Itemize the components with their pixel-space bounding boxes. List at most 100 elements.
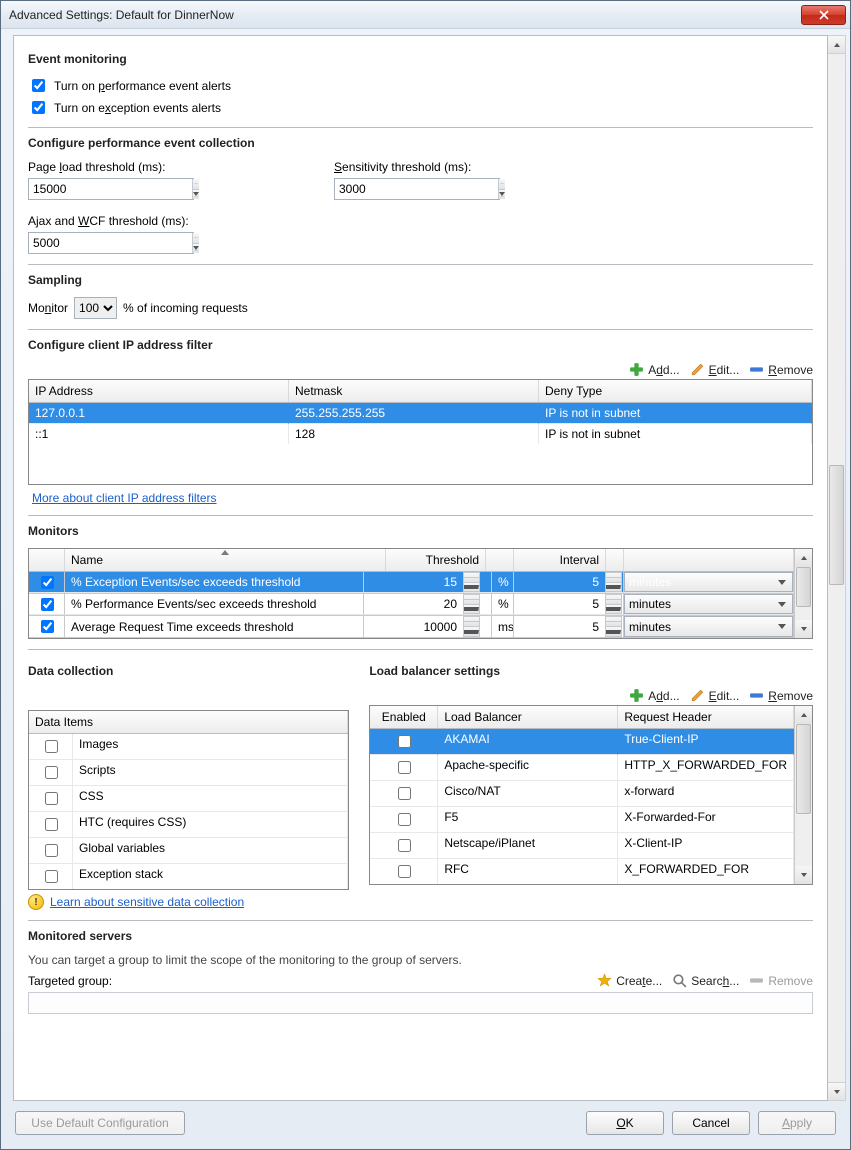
search-button[interactable]: Search... bbox=[672, 973, 739, 988]
table-row[interactable]: AKAMAITrue-Client-IP bbox=[370, 729, 794, 755]
data-item-checkbox[interactable] bbox=[45, 818, 58, 831]
spin-down[interactable] bbox=[499, 190, 505, 200]
monitor-checkbox[interactable] bbox=[41, 598, 54, 611]
apply-button: Apply bbox=[758, 1111, 836, 1135]
search-icon bbox=[672, 973, 687, 988]
scroll-thumb[interactable] bbox=[829, 465, 844, 585]
col-check[interactable] bbox=[29, 549, 65, 571]
lb-edit-button[interactable]: Edit... bbox=[690, 688, 740, 703]
table-row[interactable]: F5X-Forwarded-For bbox=[370, 807, 794, 833]
create-button[interactable]: Create... bbox=[597, 973, 662, 988]
col-deny[interactable]: Deny Type bbox=[539, 380, 812, 402]
table-row[interactable]: % Exception Events/sec exceeds threshold… bbox=[29, 572, 794, 594]
cancel-button[interactable]: Cancel bbox=[672, 1111, 750, 1135]
table-row[interactable]: RFCX_FORWARDED_FOR bbox=[370, 859, 794, 884]
interval-combo[interactable]: minutes bbox=[624, 616, 793, 637]
lb-remove-button[interactable]: Remove bbox=[749, 688, 813, 703]
scroll-down-icon[interactable] bbox=[795, 620, 812, 638]
data-item-checkbox[interactable] bbox=[45, 792, 58, 805]
col-name[interactable]: Name bbox=[65, 549, 386, 571]
data-item-checkbox[interactable] bbox=[45, 766, 58, 779]
monitor-checkbox[interactable] bbox=[41, 576, 54, 589]
input-sensitivity[interactable] bbox=[335, 179, 498, 199]
spin-down[interactable] bbox=[193, 190, 199, 200]
list-item[interactable]: Global variables bbox=[29, 838, 348, 864]
col-threshold[interactable]: Threshold bbox=[386, 549, 486, 571]
scroll-up-icon[interactable] bbox=[828, 36, 845, 54]
lb-checkbox[interactable] bbox=[398, 865, 411, 878]
list-item[interactable]: Exception stack bbox=[29, 864, 348, 889]
label-exception-alerts: Turn on exception events alerts bbox=[54, 101, 221, 115]
scroll-down-icon[interactable] bbox=[795, 866, 812, 884]
col-header[interactable]: Request Header bbox=[618, 706, 794, 728]
input-page-load[interactable] bbox=[29, 179, 192, 199]
label-perf-alerts: Turn on performance event alerts bbox=[54, 79, 231, 93]
lb-add-button[interactable]: Add... bbox=[629, 688, 679, 703]
input-targeted-group[interactable] bbox=[28, 992, 813, 1014]
scroll-down-icon[interactable] bbox=[828, 1082, 845, 1100]
scroll-content: Event monitoring Turn on performance eve… bbox=[13, 35, 828, 1101]
col-netmask[interactable]: Netmask bbox=[289, 380, 539, 402]
ip-edit-button[interactable]: Edit... bbox=[690, 362, 740, 377]
spin-up[interactable] bbox=[499, 179, 505, 190]
monitors-scrollbar[interactable] bbox=[794, 549, 812, 638]
table-row[interactable]: Average Request Time exceeds threshold 1… bbox=[29, 616, 794, 638]
table-row[interactable]: Cisco/NATx-forward bbox=[370, 781, 794, 807]
sort-asc-icon bbox=[221, 550, 229, 555]
data-item-checkbox[interactable] bbox=[45, 844, 58, 857]
section-sampling: Sampling bbox=[28, 273, 813, 287]
monitor-checkbox[interactable] bbox=[41, 620, 54, 633]
lb-grid-wrap: Enabled Load Balancer Request Header AKA… bbox=[369, 705, 813, 885]
table-row[interactable]: Apache-specificHTTP_X_FORWARDED_FOR bbox=[370, 755, 794, 781]
spin-down[interactable] bbox=[193, 244, 199, 254]
data-item-checkbox[interactable] bbox=[45, 740, 58, 753]
scroll-up-icon[interactable] bbox=[795, 549, 812, 567]
table-row[interactable]: Netscape/iPlanetX-Client-IP bbox=[370, 833, 794, 859]
lb-checkbox[interactable] bbox=[398, 735, 411, 748]
label-ajax: Ajax and WCF threshold (ms): bbox=[28, 214, 194, 228]
list-item[interactable]: HTC (requires CSS) bbox=[29, 812, 348, 838]
lb-checkbox[interactable] bbox=[398, 813, 411, 826]
list-item[interactable]: CSS bbox=[29, 786, 348, 812]
close-button[interactable] bbox=[801, 5, 846, 25]
data-items-grid: Data Items ImagesScriptsCSSHTC (requires… bbox=[28, 710, 349, 890]
input-ajax[interactable] bbox=[29, 233, 192, 253]
spin-up[interactable] bbox=[193, 233, 199, 244]
scroll-up-icon[interactable] bbox=[795, 706, 812, 724]
ip-remove-button[interactable]: Remove bbox=[749, 362, 813, 377]
servers-desc: You can target a group to limit the scop… bbox=[28, 953, 813, 967]
table-row[interactable]: ::1128IP is not in subnet bbox=[29, 424, 812, 444]
checkbox-perf-alerts[interactable] bbox=[32, 79, 45, 92]
sampling-select[interactable]: 100 bbox=[74, 297, 117, 319]
interval-combo[interactable]: minutes bbox=[624, 572, 793, 592]
col-enabled[interactable]: Enabled bbox=[370, 706, 438, 728]
ip-add-button[interactable]: Add... bbox=[629, 362, 679, 377]
server-remove-button: Remove bbox=[749, 973, 813, 988]
scroll-thumb[interactable] bbox=[796, 567, 811, 607]
list-item[interactable]: Images bbox=[29, 734, 348, 760]
col-data-items[interactable]: Data Items bbox=[29, 711, 348, 733]
checkbox-exception-alerts[interactable] bbox=[32, 101, 45, 114]
list-item[interactable]: Scripts bbox=[29, 760, 348, 786]
col-interval[interactable]: Interval bbox=[514, 549, 606, 571]
lb-checkbox[interactable] bbox=[398, 839, 411, 852]
lb-checkbox[interactable] bbox=[398, 761, 411, 774]
col-ip[interactable]: IP Address bbox=[29, 380, 289, 402]
monitors-grid-wrap: Name Threshold Interval % Exception Even… bbox=[28, 548, 813, 639]
table-row[interactable]: 127.0.0.1255.255.255.255IP is not in sub… bbox=[29, 403, 812, 424]
link-sensitive-data[interactable]: Learn about sensitive data collection bbox=[50, 895, 244, 909]
lb-checkbox[interactable] bbox=[398, 787, 411, 800]
link-ip-filters[interactable]: More about client IP address filters bbox=[32, 491, 217, 505]
table-row[interactable]: % Performance Events/sec exceeds thresho… bbox=[29, 594, 794, 616]
minus-icon bbox=[749, 362, 764, 377]
spin-up[interactable] bbox=[193, 179, 199, 190]
data-item-checkbox[interactable] bbox=[45, 870, 58, 883]
scroll-thumb[interactable] bbox=[796, 724, 811, 814]
ok-button[interactable]: OK bbox=[586, 1111, 664, 1135]
divider bbox=[28, 264, 813, 265]
page-scrollbar[interactable] bbox=[828, 35, 846, 1101]
section-perf-collection: Configure performance event collection bbox=[28, 136, 813, 150]
col-lb[interactable]: Load Balancer bbox=[438, 706, 618, 728]
lb-scrollbar[interactable] bbox=[794, 706, 812, 884]
interval-combo[interactable]: minutes bbox=[624, 594, 793, 614]
